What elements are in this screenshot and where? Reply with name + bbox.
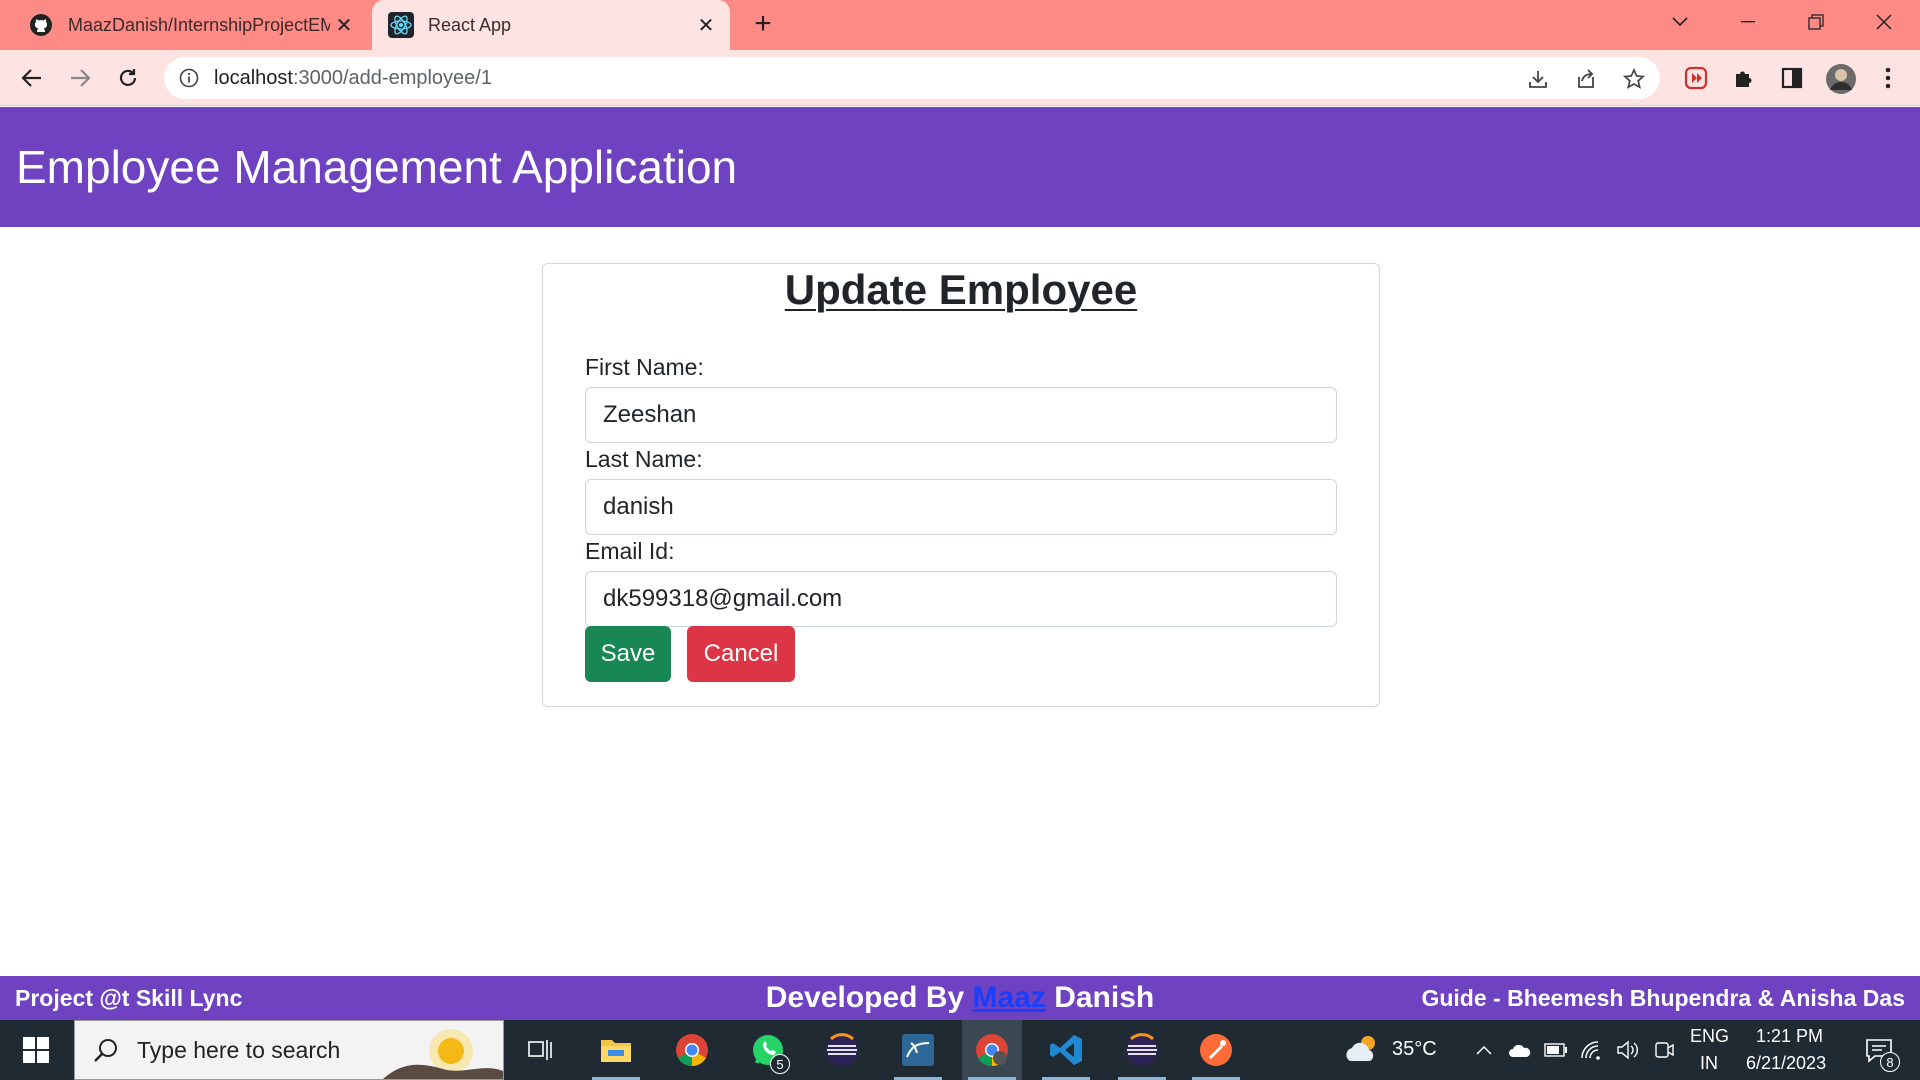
clock-time[interactable]: 1:21 PM [1756,1026,1823,1047]
onedrive-cloud-icon[interactable] [1508,1038,1532,1062]
file-explorer-icon[interactable] [586,1020,646,1080]
tab-search-chevron-icon[interactable] [1650,0,1710,44]
footer-developer-prefix: Developed By [765,981,973,1014]
notifications-badge: 8 [1880,1052,1900,1072]
close-window-icon[interactable] [1854,0,1914,44]
footer-developer-suffix: Danish [1045,981,1155,1014]
first-name-label: First Name: [585,354,704,380]
footer-guide-text: Guide - Bheemesh Bhupendra & Anisha Das [1421,985,1905,1011]
save-button[interactable]: Save [585,626,671,682]
vscode-icon[interactable] [1036,1020,1096,1080]
search-placeholder: Type here to search [137,1036,341,1063]
email-input[interactable] [585,571,1337,627]
app-footer: Project @t Skill Lync Developed By Maaz … [0,976,1920,1020]
volume-icon[interactable] [1616,1038,1640,1062]
site-info-icon[interactable] [178,67,200,89]
eclipse-icon[interactable] [812,1020,872,1080]
chrome-icon[interactable] [662,1020,722,1080]
extensions-puzzle-icon[interactable] [1730,64,1758,92]
last-name-input[interactable] [585,479,1337,535]
browser-tab-bar: MaazDanish/InternshipProjectEM ✕ React A… [0,0,1920,50]
more-menu-icon[interactable] [1874,64,1902,92]
show-hidden-icons-chevron-icon[interactable] [1472,1038,1496,1062]
profile-avatar[interactable] [1824,62,1858,96]
github-icon [28,12,54,38]
close-tab-icon[interactable]: ✕ [330,11,358,39]
meet-now-icon[interactable] [1652,1038,1676,1062]
taskbar-search-box[interactable]: Type here to search [74,1020,504,1080]
reload-icon[interactable] [112,62,144,94]
windows-start-icon[interactable] [0,1020,72,1080]
url-path: :3000/add-employee/1 [292,66,492,89]
task-view-icon[interactable] [510,1020,570,1080]
weather-temp: 35°C [1392,1038,1437,1060]
tab-title: React App [428,14,512,35]
wifi-icon[interactable] [1580,1038,1604,1062]
address-bar[interactable]: localhost:3000/add-employee/1 [164,57,1660,99]
side-panel-icon[interactable] [1778,64,1806,92]
react-icon [388,12,414,38]
close-tab-icon[interactable]: ✕ [692,11,720,39]
first-name-input[interactable] [585,387,1337,443]
developer-link[interactable]: Maaz [973,981,1046,1014]
whatsapp-icon[interactable]: 5 [738,1020,798,1080]
tab-react-app[interactable]: React App ✕ [372,0,730,50]
postman-icon[interactable] [1186,1020,1246,1080]
whatsapp-badge: 5 [770,1054,790,1074]
chrome-active-icon[interactable] [962,1020,1022,1080]
tab-github[interactable]: MaazDanish/InternshipProjectEM ✕ [0,0,368,50]
battery-icon[interactable] [1544,1038,1568,1062]
search-icon [91,1035,121,1065]
new-tab-button[interactable]: + [748,9,778,40]
language-region[interactable]: IN [1700,1053,1718,1074]
url-text: localhost:3000/add-employee/1 [214,67,492,90]
url-host: localhost [214,66,293,89]
app-header: Employee Management Application [0,107,1920,227]
share-icon[interactable] [1574,67,1598,91]
notifications-icon[interactable]: 8 [1862,1034,1900,1072]
clock-date[interactable]: 6/21/2023 [1746,1053,1826,1074]
browser-toolbar: localhost:3000/add-employee/1 [0,50,1920,106]
last-name-label: Last Name: [585,446,703,472]
email-label: Email Id: [585,538,675,564]
restore-icon[interactable] [1786,0,1846,44]
eclipse-second-icon[interactable] [1112,1020,1172,1080]
cancel-button[interactable]: Cancel [687,626,795,682]
weather-cloud-sun-icon[interactable] [1344,1032,1382,1066]
minimize-icon[interactable] [1718,0,1778,44]
bookmark-star-icon[interactable] [1622,67,1646,91]
forward-arrow-icon[interactable] [64,62,96,94]
extension-red-icon[interactable] [1682,64,1710,92]
language-code[interactable]: ENG [1690,1026,1729,1047]
install-app-icon[interactable] [1526,67,1550,91]
mysql-workbench-icon[interactable] [888,1020,948,1080]
app-title: Employee Management Application [16,141,738,193]
search-highlight-sun-icon [383,1029,503,1079]
back-arrow-icon[interactable] [16,62,48,94]
tab-title: MaazDanish/InternshipProjectEM [68,14,330,35]
windows-taskbar: Type here to search 5 35°C ENG IN 1:21 P… [0,1020,1920,1080]
form-title: Update Employee [784,266,1138,313]
update-employee-card: Update Employee First Name: Last Name: E… [542,263,1380,707]
